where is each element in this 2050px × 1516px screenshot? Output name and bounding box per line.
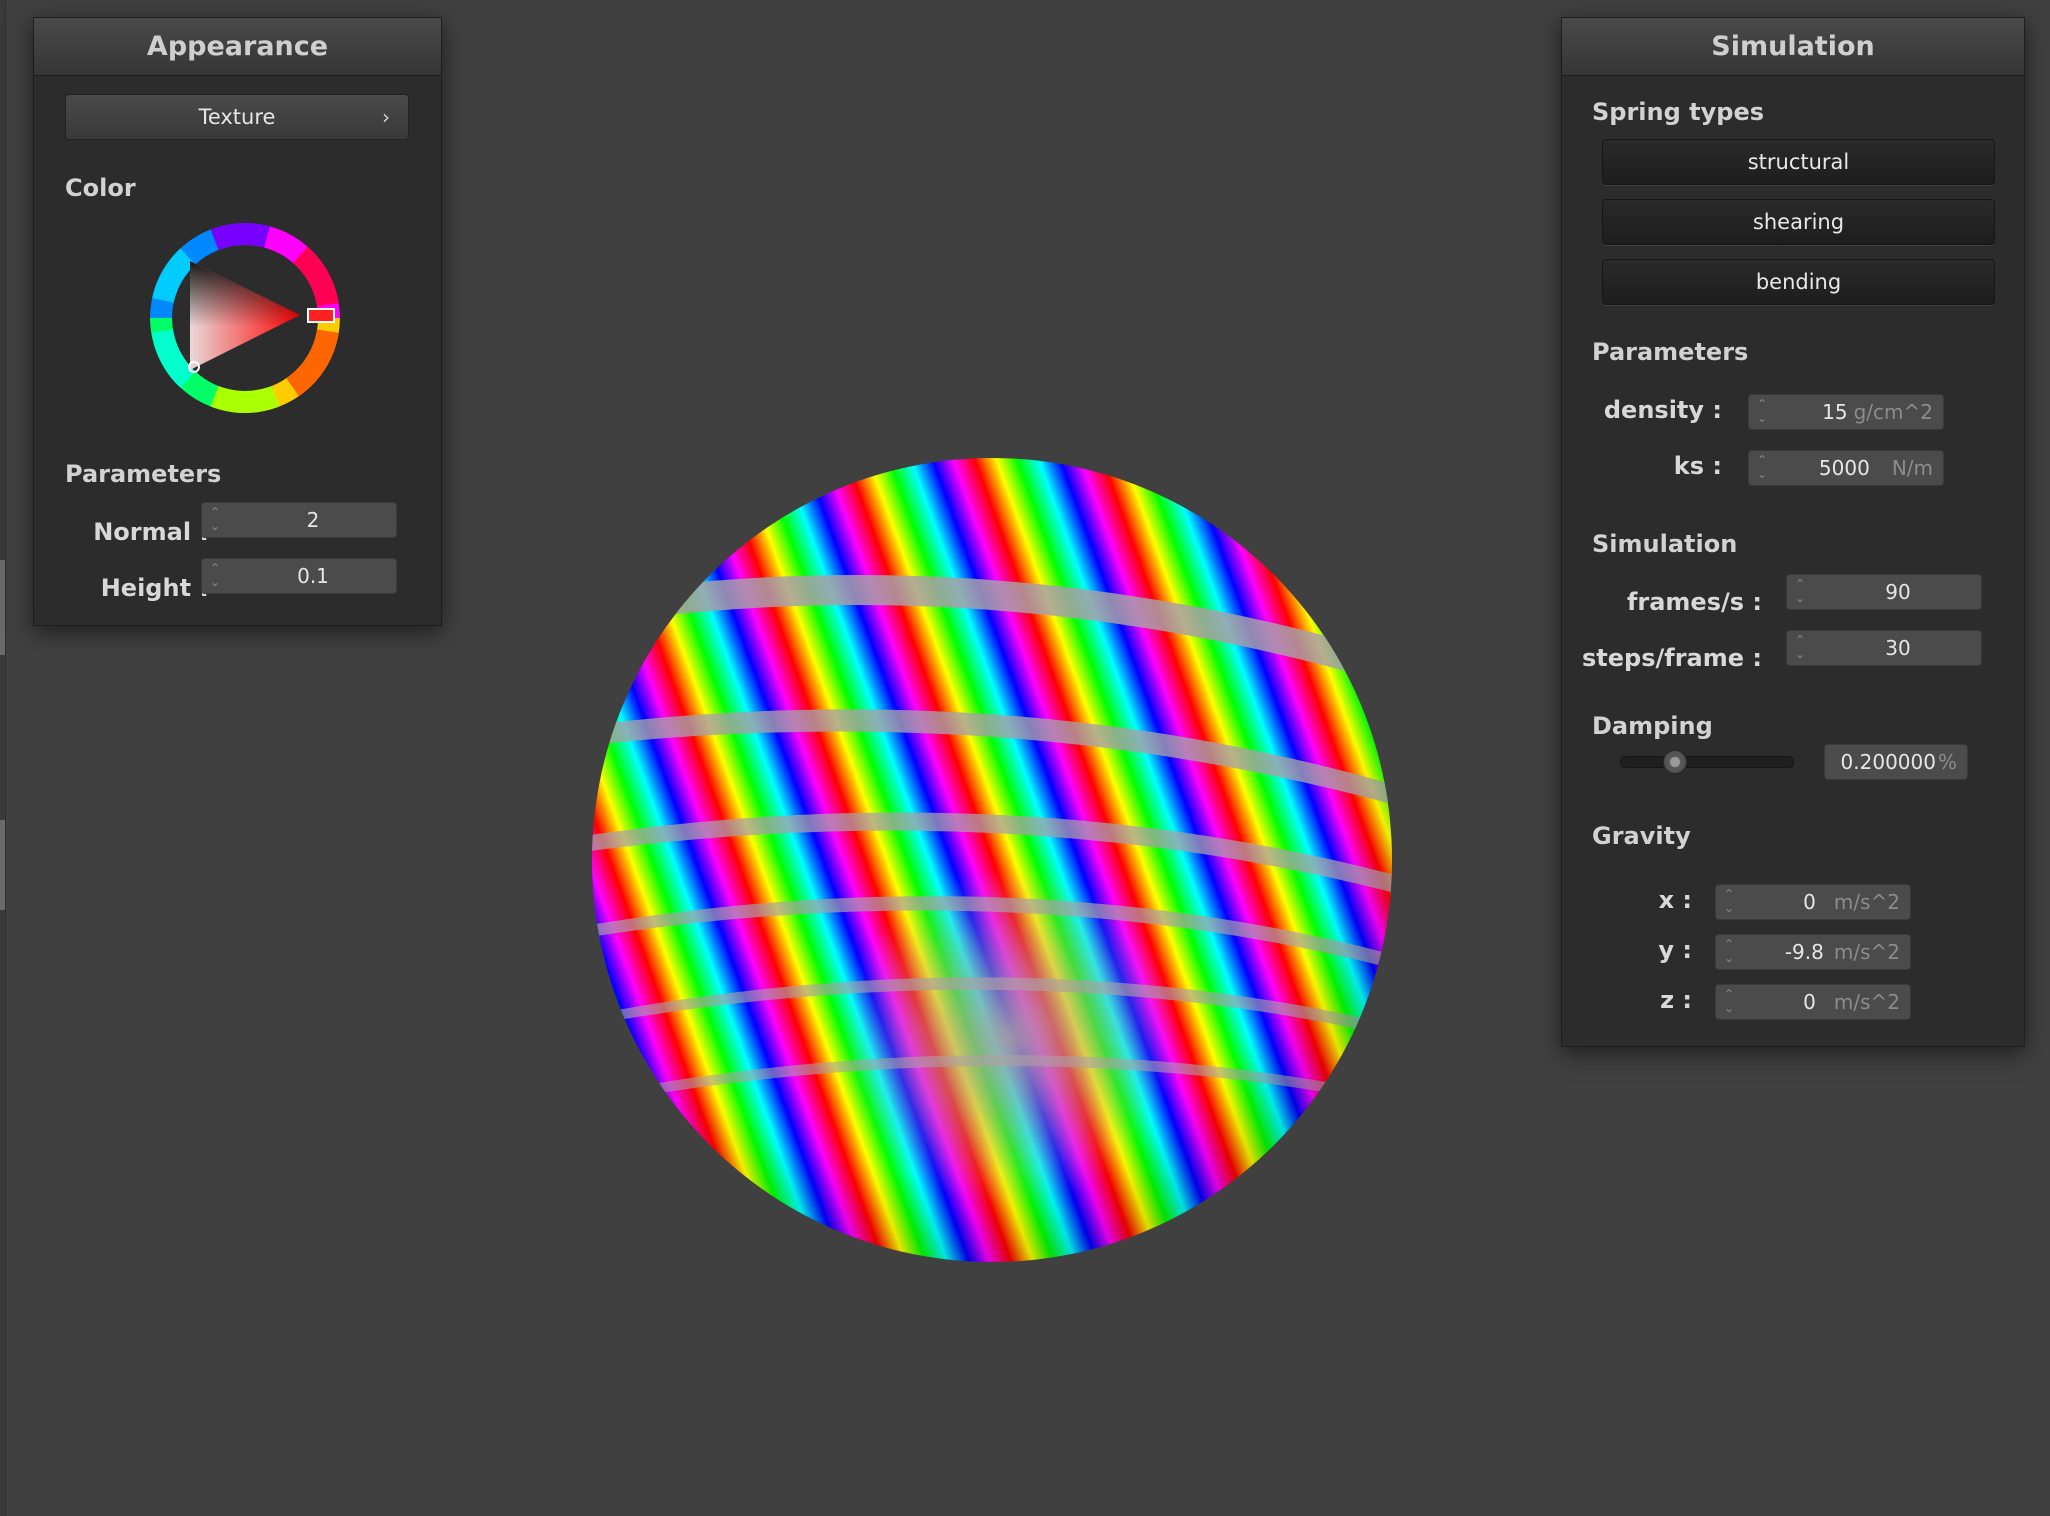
gravity-x-label: x : — [1658, 886, 1692, 914]
edge-mark — [0, 820, 5, 910]
fps-label: frames/s : — [1626, 588, 1762, 616]
up-down-chevron-icon[interactable]: ⌃ ⌄ — [1722, 887, 1736, 917]
damping-slider-handle[interactable] — [1663, 750, 1688, 774]
ks-value: 5000 — [1818, 456, 1870, 480]
up-down-chevron-icon[interactable]: ⌃ ⌄ — [208, 561, 222, 591]
up-down-chevron-icon[interactable]: ⌃ ⌄ — [1755, 397, 1769, 427]
appearance-panel: Appearance Texture › Color Parameters No… — [33, 17, 442, 626]
gravity-z-label: z : — [1660, 986, 1692, 1014]
render-viewport[interactable] — [590, 455, 1395, 1265]
steps-label: steps/frame : — [1582, 644, 1762, 672]
ks-value-wrap: 5000 N/m — [1819, 451, 1933, 485]
fps-value: 90 — [1885, 580, 1911, 604]
gravity-z-unit: m/s^2 — [1833, 990, 1900, 1014]
gravity-x-value-wrap: 0 m/s^2 — [1803, 885, 1900, 919]
up-down-chevron-icon[interactable]: ⌃ ⌄ — [1793, 577, 1807, 607]
gravity-y-input[interactable]: ⌃ ⌄ -9.8 m/s^2 — [1715, 934, 1911, 970]
color-section-label: Color — [65, 174, 136, 202]
chevron-right-icon: › — [382, 105, 390, 129]
appearance-panel-title[interactable]: Appearance — [34, 18, 441, 76]
height-value: 0.1 — [297, 564, 329, 588]
gravity-y-label: y : — [1658, 936, 1692, 964]
gravity-label: Gravity — [1592, 822, 1691, 850]
simulation-panel-title[interactable]: Simulation — [1562, 18, 2024, 76]
texture-button-label: Texture — [198, 105, 276, 129]
ks-input[interactable]: ⌃ ⌄ 5000 N/m — [1748, 450, 1944, 486]
bending-button[interactable]: bending — [1602, 259, 1995, 305]
gravity-x-value: 0 — [1803, 890, 1816, 914]
structural-button[interactable]: structural — [1602, 139, 1995, 185]
appearance-parameters-label: Parameters — [65, 460, 222, 488]
damping-label: Damping — [1592, 712, 1713, 740]
gravity-z-input[interactable]: ⌃ ⌄ 0 m/s^2 — [1715, 984, 1911, 1020]
color-wheel[interactable] — [150, 223, 340, 413]
gravity-x-unit: m/s^2 — [1833, 890, 1900, 914]
textured-sphere — [592, 458, 1392, 1262]
up-down-chevron-icon[interactable]: ⌃ ⌄ — [1722, 987, 1736, 1017]
gravity-y-unit: m/s^2 — [1833, 940, 1900, 964]
density-value-wrap: 15 g/cm^2 — [1822, 395, 1933, 429]
density-unit: g/cm^2 — [1853, 400, 1933, 424]
normal-value: 2 — [306, 508, 320, 532]
normal-label: Normal : — [93, 518, 209, 546]
shearing-button[interactable]: shearing — [1602, 199, 1995, 245]
gravity-z-value: 0 — [1803, 990, 1816, 1014]
gravity-y-value-wrap: -9.8 m/s^2 — [1785, 935, 1900, 969]
simulation-panel: Simulation Spring types structural shear… — [1561, 17, 2025, 1047]
window-edge — [0, 0, 6, 1516]
up-down-chevron-icon[interactable]: ⌃ ⌄ — [1793, 633, 1807, 663]
up-down-chevron-icon[interactable]: ⌃ ⌄ — [1722, 937, 1736, 967]
edge-mark — [0, 560, 5, 655]
texture-button[interactable]: Texture › — [65, 94, 409, 140]
damping-value: 0.200000 — [1840, 750, 1936, 774]
gravity-x-input[interactable]: ⌃ ⌄ 0 m/s^2 — [1715, 884, 1911, 920]
density-label: density : — [1603, 396, 1722, 424]
spring-types-label: Spring types — [1592, 98, 1765, 126]
density-value: 15 — [1822, 400, 1848, 424]
damping-unit: % — [1937, 750, 1957, 774]
damping-input[interactable]: 0.200000% — [1824, 744, 1968, 780]
height-label: Height : — [100, 574, 209, 602]
steps-input[interactable]: ⌃ ⌄ 30 — [1786, 630, 1982, 666]
gravity-z-value-wrap: 0 m/s^2 — [1803, 985, 1900, 1019]
damping-slider[interactable] — [1620, 756, 1794, 768]
up-down-chevron-icon[interactable]: ⌃ ⌄ — [208, 505, 222, 535]
ks-label: ks : — [1673, 452, 1722, 480]
height-input[interactable]: ⌃ ⌄ 0.1 — [201, 558, 397, 594]
steps-value: 30 — [1885, 636, 1911, 660]
density-input[interactable]: ⌃ ⌄ 15 g/cm^2 — [1748, 394, 1944, 430]
normal-input[interactable]: ⌃ ⌄ 2 — [201, 502, 397, 538]
simulation-parameters-label: Parameters — [1592, 338, 1749, 366]
fps-input[interactable]: ⌃ ⌄ 90 — [1786, 574, 1982, 610]
up-down-chevron-icon[interactable]: ⌃ ⌄ — [1755, 453, 1769, 483]
gravity-y-value: -9.8 — [1784, 940, 1824, 964]
damping-value-wrap: 0.200000% — [1841, 745, 1957, 779]
ks-unit: N/m — [1891, 456, 1933, 480]
simulation-section-label: Simulation — [1592, 530, 1738, 558]
